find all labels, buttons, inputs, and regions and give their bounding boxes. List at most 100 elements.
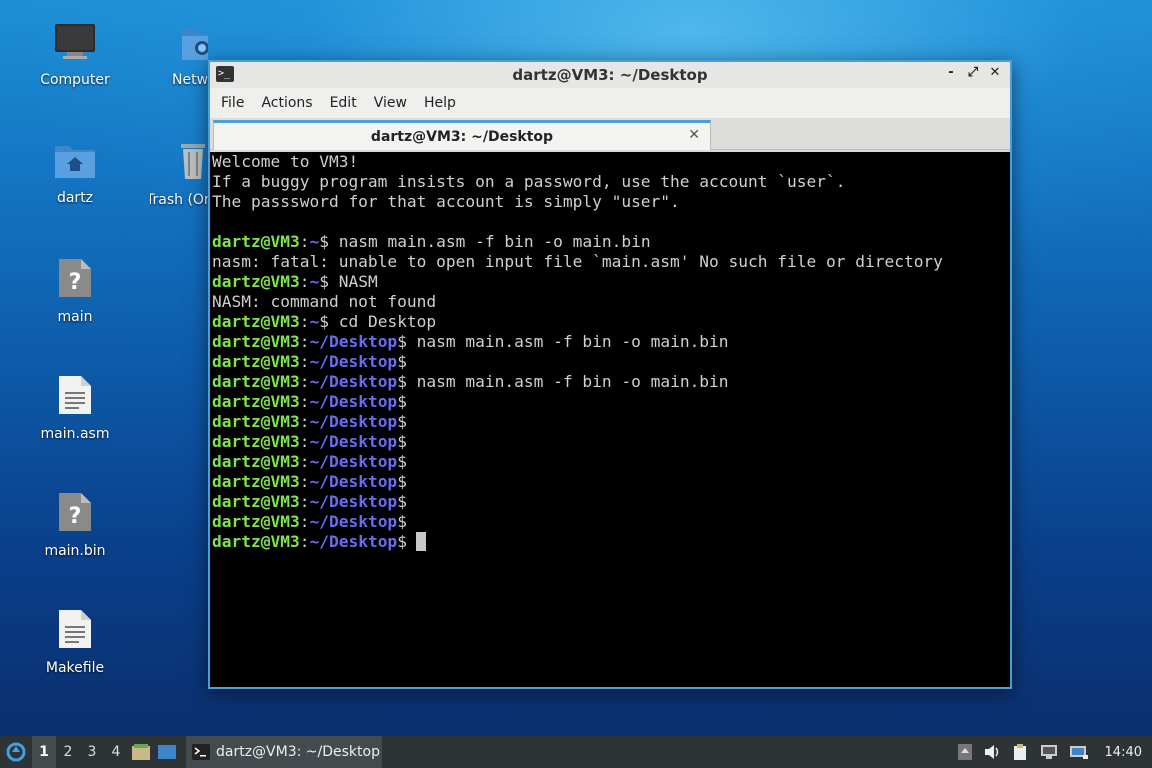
unknown-file-icon: ? [59, 259, 91, 297]
desktop-icon-computer[interactable]: Computer [25, 22, 125, 88]
terminal-prompt-line: dartz@VM3:~/Desktop$ [212, 472, 1010, 492]
tab-terminal[interactable]: dartz@VM3: ~/Desktop ✕ [213, 120, 711, 150]
workspace-1[interactable]: 1 [32, 736, 56, 768]
terminal-prompt-line: dartz@VM3:~/Desktop$ nasm main.asm -f bi… [212, 332, 1010, 352]
window-title: dartz@VM3: ~/Desktop [512, 66, 708, 84]
prompt-user: dartz@VM3 [212, 452, 300, 471]
volume-icon[interactable] [983, 743, 1001, 761]
desktop-icon-main-asm[interactable]: main.asm [25, 374, 125, 442]
app-menu-button[interactable] [0, 736, 32, 768]
prompt-command: nasm main.asm -f bin -o main.bin [406, 372, 729, 391]
prompt-colon: : [299, 232, 310, 251]
prompt-user: dartz@VM3 [212, 492, 300, 511]
prompt-user: dartz@VM3 [212, 392, 300, 411]
tray-up-arrow-icon[interactable] [957, 743, 973, 761]
window-titlebar[interactable]: >_ dartz@VM3: ~/Desktop - ⤢ ✕ [210, 62, 1010, 88]
workspace-4[interactable]: 4 [104, 736, 128, 768]
prompt-colon: : [299, 272, 310, 291]
text-cursor [415, 532, 426, 551]
terminal-output-line: NASM: command not found [212, 292, 1010, 312]
prompt-user: dartz@VM3 [212, 232, 300, 251]
maximize-button[interactable]: ⤢ [966, 65, 980, 80]
terminal-prompt-line: dartz@VM3:~/Desktop$ [212, 492, 1010, 512]
terminal-output-line: Welcome to VM3! [212, 152, 1010, 172]
network-folder-icon [182, 30, 208, 60]
prompt-dollar: $ [397, 532, 407, 551]
prompt-colon: : [299, 432, 310, 451]
terminal-prompt-line: dartz@VM3:~/Desktop$ [212, 512, 1010, 532]
prompt-dollar: $ [397, 472, 407, 491]
tab-close-icon[interactable]: ✕ [688, 127, 700, 143]
file-manager-icon [132, 744, 150, 760]
terminal-prompt-line: dartz@VM3:~/Desktop$ [212, 532, 1010, 552]
prompt-path: ~ [309, 272, 320, 291]
prompt-dollar: $ [319, 232, 329, 251]
prompt-colon: : [299, 312, 310, 331]
minimize-button[interactable]: - [944, 65, 958, 80]
menu-edit[interactable]: Edit [329, 91, 367, 115]
menu-view[interactable]: View [373, 91, 417, 115]
prompt-command: NASM [328, 272, 378, 291]
prompt-path: ~/Desktop [309, 512, 398, 531]
home-folder-icon [55, 146, 95, 178]
prompt-colon: : [299, 512, 310, 531]
terminal-window: >_ dartz@VM3: ~/Desktop - ⤢ ✕ File Actio… [208, 60, 1012, 689]
prompt-dollar: $ [397, 392, 407, 411]
file-manager-launcher[interactable] [128, 736, 154, 768]
terminal-icon [192, 744, 210, 760]
terminal-output-line: nasm: fatal: unable to open input file `… [212, 252, 1010, 272]
prompt-user: dartz@VM3 [212, 272, 300, 291]
taskbar-task-terminal[interactable]: dartz@VM3: ~/Desktop [186, 736, 382, 768]
prompt-dollar: $ [397, 452, 407, 471]
show-desktop-icon [158, 745, 176, 759]
terminal-prompt-line: dartz@VM3:~/Desktop$ [212, 392, 1010, 412]
system-tray: 14:40 [957, 736, 1152, 768]
desktop-icon-makefile[interactable]: Makefile [25, 608, 125, 676]
workspace-3[interactable]: 3 [80, 736, 104, 768]
clipboard-icon[interactable] [1011, 743, 1029, 761]
prompt-path: ~/Desktop [309, 432, 398, 451]
menu-file[interactable]: File [220, 91, 254, 115]
computer-icon [55, 24, 95, 59]
close-button[interactable]: ✕ [988, 65, 1002, 80]
prompt-command: nasm main.asm -f bin -o main.bin [328, 232, 651, 251]
terminal-prompt-line: dartz@VM3:~$ nasm main.asm -f bin -o mai… [212, 232, 1010, 252]
desktop-icon-label: Netw [172, 72, 208, 88]
prompt-path: ~/Desktop [309, 532, 398, 551]
prompt-dollar: $ [397, 432, 407, 451]
menu-actions[interactable]: Actions [260, 91, 322, 115]
prompt-dollar: $ [397, 492, 407, 511]
output-text: NASM: command not found [212, 292, 437, 311]
menu-help[interactable]: Help [423, 91, 466, 115]
screen-icon[interactable] [1069, 743, 1089, 761]
lxqt-logo-icon [6, 742, 26, 762]
output-text: If a buggy program insists on a password… [212, 172, 846, 191]
prompt-path: ~/Desktop [309, 472, 398, 491]
prompt-colon: : [299, 452, 310, 471]
prompt-command: cd Desktop [328, 312, 437, 331]
prompt-user: dartz@VM3 [212, 472, 300, 491]
network-icon[interactable] [1039, 743, 1059, 761]
output-text: Welcome to VM3! [212, 152, 359, 171]
desktop-icon-main[interactable]: ? main [25, 257, 125, 325]
terminal-prompt-line: dartz@VM3:~/Desktop$ [212, 452, 1010, 472]
prompt-colon: : [299, 392, 310, 411]
show-desktop-launcher[interactable] [154, 736, 180, 768]
prompt-colon: : [299, 492, 310, 511]
prompt-user: dartz@VM3 [212, 352, 300, 371]
desktop-icon-network[interactable]: Netw [152, 22, 208, 88]
desktop-icon-home[interactable]: dartz [25, 140, 125, 206]
clock[interactable]: 14:40 [1105, 745, 1142, 760]
terminal-prompt-line: dartz@VM3:~/Desktop$ [212, 432, 1010, 452]
prompt-path: ~/Desktop [309, 372, 398, 391]
tab-title: dartz@VM3: ~/Desktop [370, 128, 554, 145]
terminal-app-icon[interactable]: >_ [216, 66, 234, 82]
terminal-output[interactable]: Welcome to VM3! If a buggy program insist… [210, 152, 1010, 687]
desktop-icon-main-bin[interactable]: ? main.bin [25, 491, 125, 559]
prompt-colon: : [299, 472, 310, 491]
workspace-2[interactable]: 2 [56, 736, 80, 768]
terminal-prompt-line: dartz@VM3:~/Desktop$ nasm main.asm -f bi… [212, 372, 1010, 392]
output-text: The passsword for that account is simply… [212, 192, 680, 211]
tab-bar: dartz@VM3: ~/Desktop ✕ [210, 118, 1010, 150]
desktop-icon-trash[interactable]: Trash (Or [150, 140, 208, 208]
